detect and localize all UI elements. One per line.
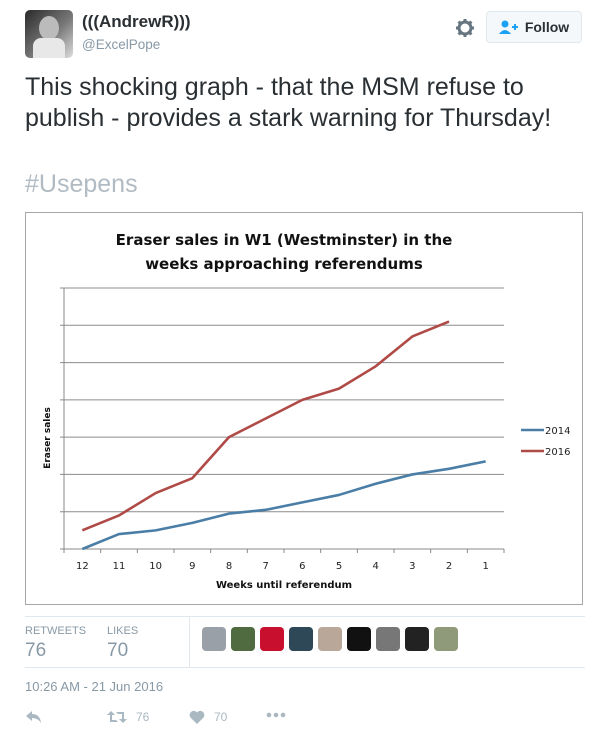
x-axis-label: Weeks until referendum <box>216 580 352 591</box>
hashtag-link[interactable]: #Usepens <box>25 170 138 199</box>
liker-avatar[interactable] <box>318 627 342 651</box>
likes-count: 70 <box>107 640 129 661</box>
retweet-icon <box>107 711 127 723</box>
like-count: 70 <box>214 710 228 724</box>
likes-stat[interactable]: LIKES 70 <box>107 625 138 662</box>
chart-image: Eraser sales in W1 (Westminster) in the … <box>25 212 583 605</box>
reply-button[interactable] <box>25 710 43 724</box>
more-button[interactable] <box>266 712 286 718</box>
line-chart: Eraser sales in W1 (Westminster) in the … <box>43 231 570 591</box>
avatar[interactable] <box>25 10 73 58</box>
heart-icon <box>189 710 205 724</box>
series-line-2016 <box>81 320 450 532</box>
timestamp[interactable]: 10:26 AM - 21 Jun 2016 <box>25 679 163 694</box>
x-tick-label: 10 <box>149 561 162 572</box>
gear-icon[interactable] <box>455 18 475 38</box>
x-tick-label: 12 <box>76 561 89 572</box>
retweet-button[interactable]: 76 <box>107 710 149 724</box>
legend-label-2016: 2016 <box>545 447 570 458</box>
chart-title-line1: Eraser sales in W1 (Westminster) in the <box>116 231 453 249</box>
stats-divider <box>189 617 190 667</box>
follow-button[interactable]: Follow <box>486 11 582 43</box>
retweets-label: RETWEETS <box>25 625 87 637</box>
reply-icon <box>26 711 41 723</box>
legend-label-2014: 2014 <box>545 426 570 437</box>
liker-avatar[interactable] <box>260 627 284 651</box>
x-tick-label: 4 <box>372 561 378 572</box>
x-tick-label: 2 <box>446 561 452 572</box>
user-handle[interactable]: @ExcelPope <box>82 37 160 52</box>
x-tick-label: 3 <box>409 561 415 572</box>
tweet-stats: RETWEETS 76 LIKES 70 <box>25 616 585 668</box>
x-tick-label: 9 <box>189 561 195 572</box>
x-tick-label: 7 <box>262 561 268 572</box>
likes-label: LIKES <box>107 625 139 637</box>
liker-avatar[interactable] <box>434 627 458 651</box>
liker-avatar[interactable] <box>376 627 400 651</box>
x-tick-label: 6 <box>299 561 305 572</box>
y-axis-label: Eraser sales <box>43 407 53 469</box>
liker-avatar[interactable] <box>231 627 255 651</box>
x-tick-label: 1 <box>482 561 488 572</box>
retweet-count: 76 <box>136 710 150 724</box>
x-tick-label: 8 <box>226 561 232 572</box>
liker-avatar[interactable] <box>289 627 313 651</box>
like-button[interactable]: 70 <box>189 710 227 724</box>
display-name[interactable]: (((AndrewR))) <box>82 12 191 32</box>
liker-avatar[interactable] <box>347 627 371 651</box>
tweet-text: This shocking graph - that the MSM refus… <box>25 73 552 132</box>
retweets-count: 76 <box>25 640 47 661</box>
more-icon <box>266 712 286 718</box>
add-user-icon <box>498 20 518 34</box>
retweets-stat[interactable]: RETWEETS 76 <box>25 625 86 662</box>
liker-avatar[interactable] <box>405 627 429 651</box>
chart-title-line2: weeks approaching referendums <box>145 255 423 273</box>
liker-avatars <box>202 627 458 651</box>
follow-label: Follow <box>524 19 570 35</box>
x-tick-label: 5 <box>336 561 342 572</box>
liker-avatar[interactable] <box>202 627 226 651</box>
x-tick-label: 11 <box>113 561 126 572</box>
